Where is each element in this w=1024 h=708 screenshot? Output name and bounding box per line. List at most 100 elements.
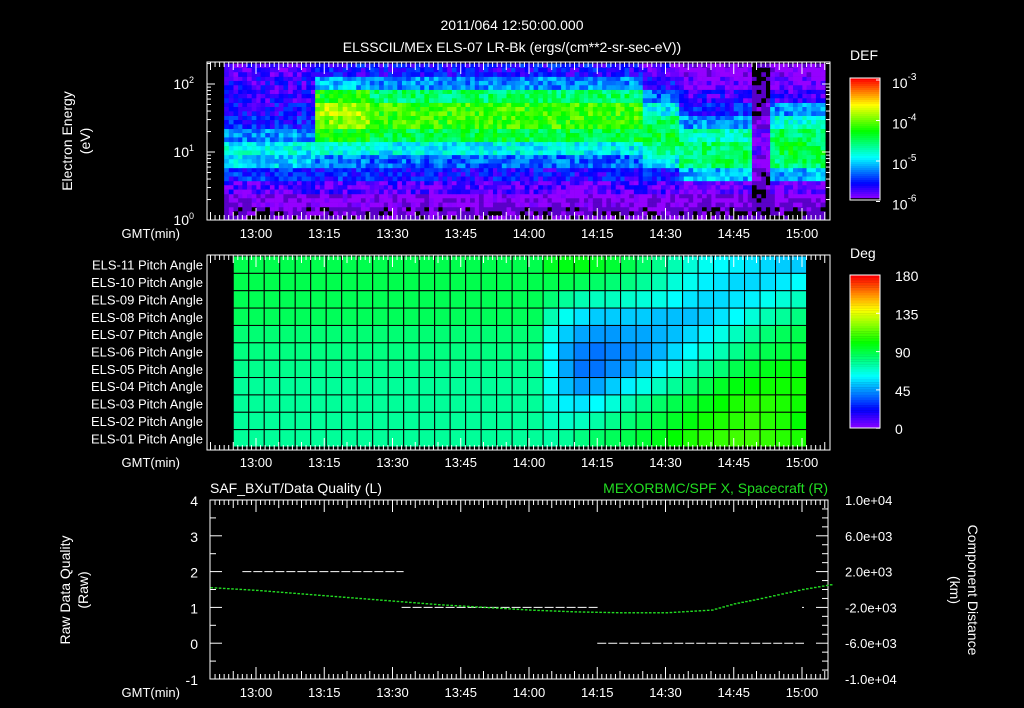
spectrogram-cell (483, 137, 489, 143)
spectrogram-cell (706, 198, 712, 203)
spectrogram-cell (579, 189, 585, 195)
spectrogram-cell (756, 150, 762, 156)
spectrogram-cell (497, 167, 503, 173)
spectrogram-cell (788, 141, 794, 147)
spectrogram-cell (660, 141, 666, 147)
spectrogram-cell (592, 167, 598, 173)
spectrogram-cell (392, 180, 398, 186)
spectrogram-cell (788, 163, 794, 169)
spectrogram-cell (588, 98, 594, 103)
spectrogram-cell (579, 137, 585, 143)
spectrogram-cell (592, 176, 598, 182)
spectrogram-cell (533, 193, 539, 199)
spectrogram-cell (397, 137, 403, 143)
plot-canvas: 2011/064 12:50:00.000 ELSSCIL/MEx ELS-07… (57, 17, 981, 700)
spectrogram-cell (374, 72, 380, 77)
spectrogram-cell (356, 172, 362, 177)
spectrogram-cell (679, 76, 685, 82)
spectrogram-cell (424, 115, 430, 121)
spectrogram-cell (460, 93, 466, 99)
spectrogram-cell (556, 111, 562, 116)
spectrogram-cell (278, 120, 284, 125)
spectrogram-cell (697, 159, 703, 164)
spectrogram-cell (501, 89, 507, 95)
spectrogram-cell (233, 206, 239, 212)
spectrogram-cell (556, 133, 562, 138)
spectrogram-cell (652, 163, 658, 169)
spectrogram-cell (442, 85, 448, 90)
spectrogram-cell (324, 167, 330, 173)
spectrogram-cell (779, 67, 785, 73)
spectrogram-cell (820, 89, 826, 95)
spectrogram-cell (451, 133, 457, 138)
spectrogram-cell (633, 67, 639, 73)
spectrogram-cell (283, 185, 289, 190)
spectrogram-cell (333, 102, 339, 108)
spectrogram-cell (702, 198, 707, 203)
spectrogram-cell (351, 67, 357, 73)
spectrogram-cell (574, 176, 580, 182)
spectrogram-cell (356, 72, 362, 77)
spectrogram-cell (806, 102, 812, 108)
spectrogram-cell (379, 154, 385, 160)
spectrogram-cell (533, 80, 539, 86)
spectrogram-cell (574, 93, 580, 99)
spectrogram-cell (629, 185, 635, 190)
spectrogram-cell (574, 206, 580, 212)
spectrogram-cell (642, 193, 648, 199)
spectrogram-cell (501, 85, 507, 90)
spectrogram-cell (551, 202, 557, 208)
spectrogram-cell (592, 150, 598, 156)
spectrogram-cell (811, 198, 817, 203)
spectrogram-cell (561, 189, 567, 195)
spectrogram-cell (647, 180, 653, 186)
spectrogram-cell (820, 146, 826, 151)
spectrogram-cell (392, 93, 398, 99)
spectrogram-cell (679, 154, 685, 160)
spectrogram-cell (793, 102, 798, 108)
spectrogram-cell (806, 180, 812, 186)
spectrogram-cell (724, 89, 730, 95)
spectrogram-cell (774, 102, 780, 108)
spectrogram-cell (319, 167, 325, 173)
spectrogram-cell (720, 133, 726, 138)
spectrogram-cell (397, 80, 403, 86)
spectrogram-cell (797, 193, 803, 199)
spectrogram-cell (683, 154, 689, 160)
spectrogram-cell (351, 102, 357, 108)
spectrogram-cell (524, 189, 530, 195)
spectrogram-cell (251, 93, 257, 99)
spectrogram-cell (683, 93, 689, 99)
spectrogram-cell (251, 124, 257, 130)
spectrogram-cell (811, 146, 817, 151)
spectrogram-cell (224, 159, 230, 164)
spectrogram-cell (351, 150, 357, 156)
spectrogram-cell (797, 124, 803, 130)
spectrogram-cell (579, 185, 585, 190)
spectrogram-cell (497, 180, 503, 186)
spectrogram-cell (360, 193, 366, 199)
spectrogram-cell (797, 163, 803, 169)
spectrogram-cell (615, 98, 621, 103)
spectrogram-cell (369, 185, 375, 190)
spectrogram-cell (369, 167, 375, 173)
spectrogram-cell (342, 72, 348, 77)
spectrogram-cell (770, 167, 776, 173)
spectrogram-cell (251, 202, 257, 208)
spectrogram-cell (770, 85, 776, 90)
spectrogram-cell (770, 150, 776, 156)
spectrogram-cell (738, 133, 744, 138)
spectrogram-cell (433, 133, 439, 138)
spectrogram-cell (288, 163, 294, 169)
spectrogram-cell (715, 159, 721, 164)
spectrogram-cell (283, 72, 289, 77)
spectrogram-cell (369, 163, 375, 169)
spectrogram-cell (611, 141, 616, 147)
spectrogram-cell (296, 167, 302, 173)
spectrogram-cell (720, 159, 726, 164)
spectrogram-cell (269, 146, 275, 151)
spectrogram-cell (556, 180, 562, 186)
spectrogram-cell (569, 172, 575, 177)
spectrogram-cell (660, 120, 666, 125)
spectrogram-cell (242, 120, 248, 125)
